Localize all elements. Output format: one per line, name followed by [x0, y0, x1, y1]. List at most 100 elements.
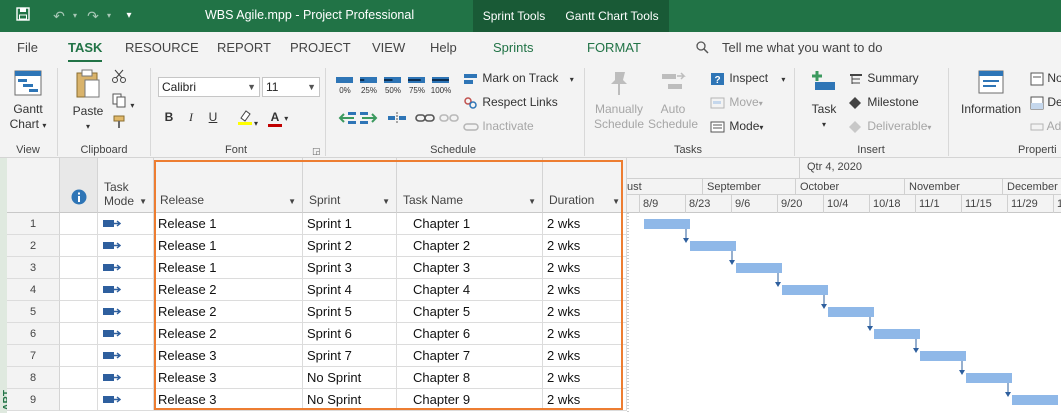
duration-cell[interactable]: 2 wks [543, 213, 627, 235]
row-header[interactable]: 9 [7, 389, 60, 411]
task-mode-cell[interactable] [98, 323, 154, 345]
percent-complete-3-button[interactable]: 75% [406, 74, 428, 100]
tab-project[interactable]: PROJECT [290, 40, 351, 55]
percent-complete-4-button[interactable]: 100% [430, 74, 452, 100]
task-name-cell[interactable]: Chapter 6 [397, 323, 543, 345]
indicator-cell[interactable] [60, 367, 98, 389]
tab-sprints[interactable]: Sprints [493, 40, 533, 55]
gantt-bar[interactable] [690, 241, 736, 251]
row-header[interactable]: 4 [7, 279, 60, 301]
chevron-down-icon[interactable]: ▼ [382, 197, 390, 206]
release-cell[interactable]: Release 1 [154, 257, 303, 279]
underline-button[interactable]: U [204, 108, 222, 126]
sprint-cell[interactable]: No Sprint [303, 389, 397, 411]
task-name-cell[interactable]: Chapter 2 [397, 235, 543, 257]
release-column-header[interactable]: Release ▼ [154, 158, 303, 213]
percent-complete-0-button[interactable]: 0% [334, 74, 356, 100]
task-mode-cell[interactable] [98, 257, 154, 279]
duration-cell[interactable]: 2 wks [543, 301, 627, 323]
sprint-cell[interactable]: No Sprint [303, 367, 397, 389]
gantt-bar[interactable] [782, 285, 828, 295]
task-name-column-header[interactable]: Task Name ▼ [397, 158, 543, 213]
split-task-icon[interactable] [386, 110, 408, 128]
manually-schedule-button[interactable]: Manually Schedule [592, 68, 646, 132]
highlight-color-button[interactable]: ▾ [236, 108, 258, 128]
row-header[interactable]: 6 [7, 323, 60, 345]
release-cell[interactable]: Release 3 [154, 367, 303, 389]
release-cell[interactable]: Release 1 [154, 235, 303, 257]
customize-quick-access-icon[interactable]: ▾ [120, 7, 138, 25]
task-mode-cell[interactable] [98, 235, 154, 257]
chevron-down-icon[interactable]: ▼ [612, 197, 620, 206]
percent-complete-2-button[interactable]: 50% [382, 74, 404, 100]
sprint-column-header[interactable]: Sprint ▼ [303, 158, 397, 213]
link-tasks-icon[interactable] [414, 110, 436, 128]
insert-task-button[interactable]: Task ▾ [800, 68, 848, 132]
font-dialog-launcher-icon[interactable]: ◲ [312, 146, 321, 157]
font-size-select[interactable]: 11 ▼ [262, 77, 320, 97]
task-name-cell[interactable]: Chapter 3 [397, 257, 543, 279]
inactivate-button[interactable]: Inactivate [463, 117, 534, 135]
tab-report[interactable]: REPORT [217, 40, 271, 55]
gantt-bar[interactable] [828, 307, 874, 317]
indicator-cell[interactable] [60, 345, 98, 367]
task-mode-cell[interactable] [98, 301, 154, 323]
task-name-cell[interactable]: Chapter 4 [397, 279, 543, 301]
gantt-bar[interactable] [874, 329, 920, 339]
indent-icon[interactable] [358, 110, 380, 128]
release-cell[interactable]: Release 1 [154, 213, 303, 235]
indicator-cell[interactable] [60, 301, 98, 323]
tab-file[interactable]: File [17, 40, 38, 55]
duration-cell[interactable]: 2 wks [543, 345, 627, 367]
task-mode-cell[interactable] [98, 279, 154, 301]
format-painter-icon[interactable] [111, 114, 127, 132]
tab-format[interactable]: FORMAT [587, 40, 641, 55]
tab-task[interactable]: TASK [68, 40, 103, 62]
save-icon[interactable] [14, 7, 32, 25]
indicator-cell[interactable] [60, 279, 98, 301]
task-name-cell[interactable]: Chapter 5 [397, 301, 543, 323]
task-mode-cell[interactable] [98, 213, 154, 235]
task-mode-cell[interactable] [98, 367, 154, 389]
tab-help[interactable]: Help [430, 40, 457, 55]
gantt-bar[interactable] [736, 263, 782, 273]
tab-view[interactable]: VIEW [372, 40, 405, 55]
undo-dropdown-icon[interactable]: ▾ [66, 7, 84, 25]
copy-icon[interactable]: ▾ [111, 92, 134, 110]
indicator-cell[interactable] [60, 389, 98, 411]
move-button[interactable]: Move▾ [710, 93, 763, 111]
indicator-cell[interactable] [60, 213, 98, 235]
row-header[interactable]: 1 [7, 213, 60, 235]
gantt-chart[interactable] [627, 213, 1061, 413]
gantt-chart-button[interactable]: Gantt Chart ▾ [6, 68, 50, 133]
inspect-button[interactable]: ? Inspect ▾ [710, 69, 785, 87]
indicator-cell[interactable] [60, 323, 98, 345]
duration-cell[interactable]: 2 wks [543, 389, 627, 411]
milestone-button[interactable]: Milestone [848, 93, 919, 111]
release-cell[interactable]: Release 3 [154, 389, 303, 411]
release-cell[interactable]: Release 3 [154, 345, 303, 367]
mode-button[interactable]: Mode▾ [710, 117, 763, 135]
outdent-icon[interactable] [336, 110, 358, 128]
select-all-corner[interactable] [7, 158, 60, 213]
duration-cell[interactable]: 2 wks [543, 323, 627, 345]
timescale[interactable]: Qtr 4, 2020 ust September October November D… [627, 158, 1061, 213]
percent-complete-1-button[interactable]: 25% [358, 74, 380, 100]
row-header[interactable]: 5 [7, 301, 60, 323]
task-name-cell[interactable]: Chapter 1 [397, 213, 543, 235]
chevron-down-icon[interactable]: ▼ [139, 197, 147, 206]
sprint-cell[interactable]: Sprint 3 [303, 257, 397, 279]
sprint-cell[interactable]: Sprint 7 [303, 345, 397, 367]
gantt-bar[interactable] [1012, 395, 1058, 405]
duration-column-header[interactable]: Duration ▼ [543, 158, 627, 213]
tab-resource[interactable]: RESOURCE [125, 40, 199, 55]
chevron-down-icon[interactable]: ▼ [288, 197, 296, 206]
row-header[interactable]: 7 [7, 345, 60, 367]
task-name-cell[interactable]: Chapter 8 [397, 367, 543, 389]
task-mode-cell[interactable] [98, 345, 154, 367]
duration-cell[interactable]: 2 wks [543, 279, 627, 301]
details-button[interactable]: De [1030, 93, 1061, 111]
mark-on-track-button[interactable]: Mark on Track ▾ [463, 69, 574, 87]
deliverable-button[interactable]: Deliverable▾ [848, 117, 931, 135]
row-header[interactable]: 2 [7, 235, 60, 257]
